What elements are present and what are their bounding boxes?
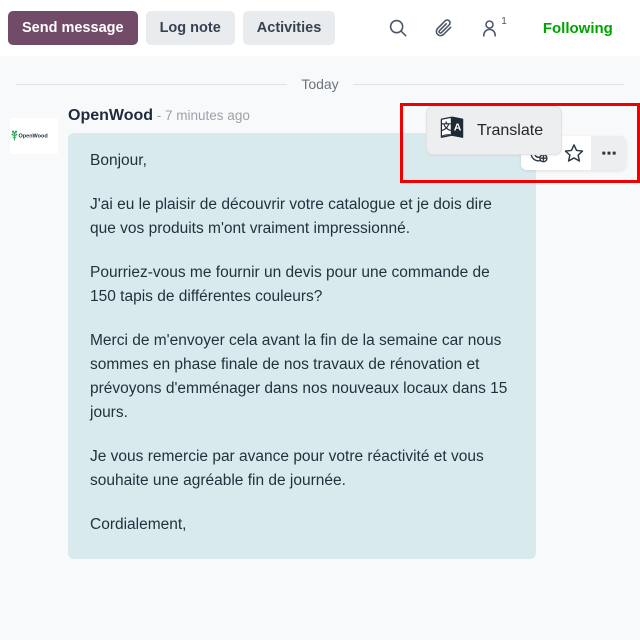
- date-separator-rule-right: [352, 83, 625, 85]
- date-separator-label: Today: [301, 76, 339, 92]
- avatar[interactable]: OpenWood: [10, 118, 58, 154]
- openwood-logo-icon: OpenWood: [11, 130, 48, 141]
- search-icon: [387, 17, 409, 39]
- message-paragraph: Cordialement,: [90, 515, 187, 533]
- search-button[interactable]: [381, 15, 415, 41]
- following-status-button[interactable]: Following: [543, 20, 613, 37]
- followers-count-badge: 1: [501, 15, 507, 27]
- message-paragraph: Je vous remercie par avance pour votre r…: [90, 447, 484, 489]
- activities-button[interactable]: Activities: [242, 10, 336, 46]
- user-icon: [479, 18, 500, 39]
- date-separator-rule-left: [16, 83, 288, 85]
- translate-icon: 文 A: [439, 115, 465, 146]
- star-icon: [563, 142, 585, 164]
- log-note-button[interactable]: Log note: [145, 10, 235, 46]
- message-timestamp: 7 minutes ago: [165, 108, 250, 123]
- translate-button[interactable]: 文 A Translate: [426, 106, 563, 155]
- message-paragraph: Pourriez-vous me fournir un devis pour u…: [90, 263, 490, 305]
- followers-button[interactable]: 1: [473, 16, 513, 41]
- message-item: OpenWood OpenWood - 7 minutes ago Bonjou…: [0, 92, 640, 559]
- message-paragraph: J'ai eu le plaisir de découvrir votre ca…: [90, 195, 492, 237]
- message-author-separator: -: [153, 108, 166, 123]
- ellipsis-icon: [599, 143, 619, 163]
- svg-text:OpenWood: OpenWood: [19, 134, 48, 140]
- svg-text:文: 文: [441, 121, 452, 133]
- translate-label: Translate: [477, 121, 544, 139]
- chatter-toolbar: Send message Log note Activities 1 Follo…: [0, 0, 640, 56]
- message-column: OpenWood - 7 minutes ago Bonjour, J'ai e…: [58, 106, 624, 559]
- message-body: Bonjour, J'ai eu le plaisir de découvrir…: [68, 132, 536, 559]
- message-paragraph: Merci de m'envoyer cela avant la fin de …: [90, 331, 508, 421]
- attachments-button[interactable]: [427, 15, 461, 41]
- message-author[interactable]: OpenWood: [68, 107, 153, 124]
- date-separator: Today: [0, 56, 640, 92]
- paperclip-icon: [433, 17, 455, 39]
- expand-options-button[interactable]: [591, 136, 626, 170]
- send-message-button[interactable]: Send message: [8, 10, 138, 46]
- svg-text:A: A: [454, 122, 462, 134]
